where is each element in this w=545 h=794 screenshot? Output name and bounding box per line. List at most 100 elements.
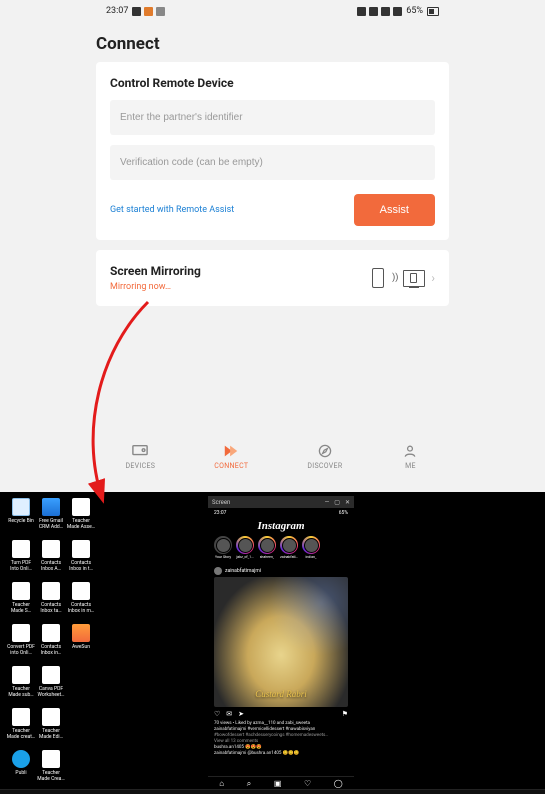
desktop-icon[interactable]: Contacts Inbox ta… [36,582,66,624]
share-icon[interactable]: ➤ [238,710,244,718]
desktop-icon[interactable]: Contacts Inbox A… [36,540,66,582]
ig-profile-icon[interactable]: ◯ [334,779,343,788]
story-ring [258,536,276,554]
assist-button[interactable]: Assist [354,194,435,226]
desktop-icon-label: AweSun [72,644,90,650]
post-image[interactable]: Custard Rabri [214,577,348,707]
desktop-icon[interactable] [66,666,96,708]
desktop-icon-label: Teacher Made Asse… [66,518,96,530]
desktop-area: Recycle BinFree Gmail CRM Add…Teacher Ma… [0,492,545,794]
post-header[interactable]: zainabfatimajmi [214,565,348,577]
mirror-window-titlebar[interactable]: Screen — ▢ ✕ [208,496,354,508]
desktop-icon-label: Teacher Made S… [6,602,36,614]
mirror-window[interactable]: Screen — ▢ ✕ 23:07 65% Instagram Your St… [208,496,354,790]
desktop-icon-label: Teacher Made Edi… [36,728,66,740]
phone-icon [372,268,384,288]
ig-search-icon[interactable]: ⌕ [247,779,251,789]
desktop-icon-label: Teacher Made sub… [6,686,36,698]
desktop-icon-label: Contacts Inbox ta… [36,602,66,614]
control-remote-card: Control Remote Device Get started with R… [96,62,449,240]
nav-connect[interactable]: CONNECT [214,443,248,470]
ig-reels-icon[interactable]: ▣ [274,779,282,788]
nav-me-label: ME [405,462,416,470]
desktop-icon[interactable]: Contacts Inbox in… [36,624,66,666]
desktop-icon-label: Convert PDF into Onli… [6,644,36,656]
battery-text: 65% [406,6,423,16]
chevron-right-icon: › [431,271,435,285]
maximize-icon[interactable]: ▢ [334,499,340,506]
verification-code-input[interactable] [110,145,435,180]
desktop-icon-label: Contacts Inbox A… [36,560,66,572]
story-item[interactable]: indian_ [302,536,320,559]
screen-mirroring-card[interactable]: Screen Mirroring Mirroring now… )) › [96,250,449,306]
post-image-overlay: Custard Rabri [214,689,348,699]
desktop-icon[interactable] [66,750,96,792]
post-username[interactable]: zainabfatimajmi [225,568,261,574]
nav-devices-label: DEVICES [126,462,156,470]
desktop-icon-image [42,540,60,558]
desktop-icon[interactable]: Teacher Made Crea… [36,750,66,792]
story-label: shaheen_ [260,555,275,559]
desktop-icon[interactable]: Convert PDF into Onli… [6,624,36,666]
desktop-icon[interactable]: Contacts Inbox in m… [66,582,96,624]
story-item[interactable]: shaheen_ [258,536,276,559]
nav-me[interactable]: ME [401,443,419,470]
story-label: Your Story [215,555,231,559]
comment-icon[interactable]: ✉ [226,710,232,718]
nav-connect-label: CONNECT [214,462,248,470]
desktop-icon-image [12,540,30,558]
desktop-icon-label: Contacts Inbox in… [36,644,66,656]
desktop-icon[interactable]: Teacher Made sub… [6,666,36,708]
desktop-icon[interactable] [66,708,96,750]
ig-activity-icon[interactable]: ♡ [304,779,311,788]
desktop-icon-image [72,540,90,558]
desktop-icon[interactable]: Publi [6,750,36,792]
desktop-icon-image [72,582,90,600]
desktop-icon-image [42,750,60,768]
desktop-icon[interactable]: AweSun [66,624,96,666]
desktop-icon-image [12,666,30,684]
desktop-icon[interactable]: Teacher Made creat… [6,708,36,750]
post-avatar[interactable] [214,567,222,575]
desktop-icon-label: Publi [15,770,26,776]
desktop-icon[interactable]: Teacher Made Edi… [36,708,66,750]
desktop-icon[interactable]: Turn PDF Into Onli… [6,540,36,582]
desktop-icon[interactable]: Canva PDF Worksheet… [36,666,66,708]
page-title: Connect [96,22,449,62]
story-item[interactable]: zainabfati… [280,536,298,559]
desktop-icon[interactable]: Contacts Inbox in t… [66,540,96,582]
phone-app-area: 23:07 65% Connect Control Remote Device [0,0,545,492]
desktop-icon[interactable]: Teacher Made Asse… [66,498,96,540]
desktop-icon-image [42,708,60,726]
mirrored-battery: 65% [339,510,348,516]
nav-discover[interactable]: DISCOVER [307,443,342,470]
windows-taskbar[interactable] [0,789,545,794]
stories-row[interactable]: Your Story jabz_of_1… shaheen_ zainabfati… i… [208,536,354,563]
instagram-bottom-nav: ⌂ ⌕ ▣ ♡ ◯ [208,776,354,790]
nav-devices[interactable]: DEVICES [126,443,156,470]
window-controls[interactable]: — ▢ ✕ [325,499,350,506]
bookmark-icon[interactable]: ⚑ [342,710,348,718]
desktop-icon-image [42,624,60,642]
minimize-icon[interactable]: — [325,499,330,506]
wifi-icon [381,7,390,16]
story-item[interactable]: jabz_of_1… [236,536,254,559]
close-icon[interactable]: ✕ [345,499,350,506]
mirror-status: Mirroring now… [110,282,201,292]
story-item[interactable]: Your Story [214,536,232,559]
mirror-window-title: Screen [212,499,230,506]
story-ring [214,536,232,554]
desktop-icon-image [12,582,30,600]
like-icon[interactable]: ♡ [214,710,220,718]
desktop-icon[interactable]: Teacher Made S… [6,582,36,624]
devices-icon [131,443,149,459]
desktop-icon[interactable]: Recycle Bin [6,498,36,540]
desktop-icon[interactable]: Free Gmail CRM Add… [36,498,66,540]
desktop-icons-grid: Recycle BinFree Gmail CRM Add…Teacher Ma… [6,498,96,792]
story-label: indian_ [305,555,316,559]
story-ring [302,536,320,554]
discover-icon [316,443,334,459]
get-started-link[interactable]: Get started with Remote Assist [110,205,234,215]
ig-home-icon[interactable]: ⌂ [219,779,224,788]
partner-identifier-input[interactable] [110,100,435,135]
